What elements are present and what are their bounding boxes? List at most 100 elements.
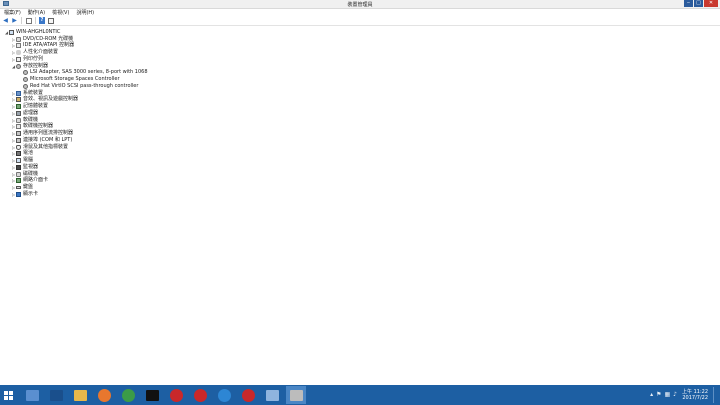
show-desktop-button[interactable] (713, 387, 717, 403)
tree-row[interactable]: ▷ IDE ATA/ATAPI 控制器 (0, 43, 720, 50)
forward-button[interactable]: ▶ (11, 17, 18, 24)
volume-icon[interactable]: ♪ (673, 392, 677, 398)
tree-row[interactable]: ▷ 電池 (0, 151, 720, 158)
port-icon (16, 137, 21, 143)
app-red-1-icon (169, 388, 183, 402)
storage-icon (23, 77, 28, 83)
taskbar-terminal[interactable] (142, 386, 162, 404)
tree-label: 顯示卡 (23, 190, 39, 197)
close-button[interactable]: ✕ (704, 0, 718, 7)
printer-icon (16, 56, 21, 62)
system-tray: ▴ ⚑ ▦ ♪ 上午 11:22 2017/7/22 (650, 387, 717, 403)
help-button[interactable]: ? (39, 17, 45, 24)
taskbar-app-red-1[interactable] (166, 386, 186, 404)
tree-row[interactable]: ▷ 通用序列匯流排控制器 (0, 130, 720, 137)
tree-row[interactable]: ▷ 系統裝置 (0, 90, 720, 97)
toolbar-separator (21, 17, 22, 24)
port-icon (16, 131, 21, 137)
flag-icon[interactable]: ⚑ (656, 392, 661, 398)
minimize-button[interactable]: ‒ (684, 0, 693, 7)
tree-label: 鍵盤 (23, 184, 34, 191)
menu-action[interactable]: 動作(A) (26, 9, 47, 16)
taskbar-network[interactable] (262, 386, 282, 404)
tree-row[interactable]: ▷ 連接埠 (COM 和 LPT) (0, 137, 720, 144)
tree-row[interactable]: ▷ 列印佇列 (0, 56, 720, 63)
arrow-right-icon: ▶ (12, 16, 17, 24)
tree-row[interactable]: ▷ 磁碟機 (0, 171, 720, 178)
tree-view-icon (25, 17, 32, 24)
disk-icon (16, 171, 21, 177)
tree-row[interactable]: ▷ 軟碟機 (0, 117, 720, 124)
internet-explorer-icon (217, 388, 231, 402)
taskbar-file-explorer[interactable] (70, 386, 90, 404)
tree-row[interactable]: ▷ 顯示卡 (0, 191, 720, 198)
tree-label: Red Hat VirtIO SCSI pass-through control… (30, 82, 139, 89)
taskbar-app-red-3[interactable] (238, 386, 258, 404)
taskbar-app-red-2[interactable] (190, 386, 210, 404)
firmware-icon (16, 151, 21, 157)
tree-row[interactable]: ▷ 電腦 (0, 157, 720, 164)
net-icon (16, 104, 21, 110)
tree-label: 列印佇列 (23, 55, 44, 62)
tree-label: IDE ATA/ATAPI 控制器 (23, 42, 75, 49)
menu-help[interactable]: 說明(H) (74, 9, 96, 16)
tree-row[interactable]: ▷ 人性化介面裝置 (0, 49, 720, 56)
windows-logo-icon (4, 390, 13, 400)
chevron-up-icon[interactable]: ▴ (650, 392, 653, 398)
back-button[interactable]: ◀ (2, 17, 9, 24)
tree-label: LSI Adapter, SAS 3000 series, 8-port wit… (30, 69, 148, 76)
network-icon (265, 389, 279, 401)
show-hide-tree-button[interactable] (25, 17, 32, 24)
device-manager-icon (289, 389, 303, 401)
taskbar-firefox[interactable] (94, 386, 114, 404)
tree-row[interactable]: ▷ 網路介面卡 (0, 178, 720, 185)
tree-label: 記憶體裝置 (23, 103, 49, 110)
tree-label: 通用序列匯流排控制器 (23, 130, 74, 137)
clock[interactable]: 上午 11:22 2017/7/22 (682, 389, 708, 401)
tree-row[interactable]: ▷ 鍵盤 (0, 184, 720, 191)
title-bar: 裝置管理員 ‒ □ ✕ (0, 0, 720, 9)
taskbar-powershell[interactable] (46, 386, 66, 404)
tree-row[interactable]: ▷ 記憶體裝置 (0, 103, 720, 110)
menu-file[interactable]: 檔案(F) (2, 9, 23, 16)
taskbar-chrome[interactable] (118, 386, 138, 404)
tree-label: 磁碟機 (23, 170, 39, 177)
start-button[interactable] (0, 386, 17, 404)
tree-row[interactable]: ▷ 監視器 (0, 164, 720, 171)
sys-icon (16, 90, 21, 96)
taskbar-device-manager[interactable] (286, 386, 306, 404)
tree-label: 電池 (23, 150, 34, 157)
tree-label: WIN-AHGHL0NTIC (16, 28, 61, 35)
taskbar-internet-explorer[interactable] (214, 386, 234, 404)
display-icon (16, 191, 21, 197)
computer-icon (9, 29, 14, 35)
device-icon (16, 124, 21, 130)
tree-row[interactable]: ◢ WIN-AHGHL0NTIC (0, 29, 720, 36)
tree-row[interactable]: Red Hat VirtIO SCSI pass-through control… (0, 83, 720, 90)
maximize-button[interactable]: □ (694, 0, 703, 7)
tree-row[interactable]: Microsoft Storage Spaces Controller (0, 76, 720, 83)
network-icon[interactable]: ▦ (664, 392, 670, 398)
cpu-icon (16, 110, 21, 116)
app-red-2-icon (193, 388, 207, 402)
disk-icon (16, 36, 21, 42)
taskbar-server-manager[interactable] (22, 386, 42, 404)
device-icon (16, 43, 21, 49)
tree-label: 處理器 (23, 109, 39, 116)
tree-row[interactable]: ▷ 音效、視訊及遊戲控制器 (0, 97, 720, 104)
window-title: 裝置管理員 (347, 2, 373, 8)
tree-row[interactable]: ▷ 軟碟機控制器 (0, 124, 720, 131)
tree-label: 滑鼠及其他指標裝置 (23, 143, 69, 150)
mouse-icon (16, 144, 21, 150)
tree-label: 軟碟機控制器 (23, 123, 54, 130)
tree-row[interactable]: ▷ 處理器 (0, 110, 720, 117)
tree-row[interactable]: ▷ 滑鼠及其他指標裝置 (0, 144, 720, 151)
computer-icon (16, 158, 21, 164)
tree-label: 音效、視訊及遊戲控制器 (23, 96, 79, 103)
tree-row[interactable]: ▷ DVD/CD-ROM 光碟機 (0, 36, 720, 43)
tree-label: 人性化介面裝置 (23, 49, 59, 56)
menu-view[interactable]: 檢視(V) (50, 9, 71, 16)
clock-date: 2017/7/22 (682, 395, 708, 401)
storage-icon (16, 63, 21, 69)
properties-button[interactable] (47, 17, 54, 24)
